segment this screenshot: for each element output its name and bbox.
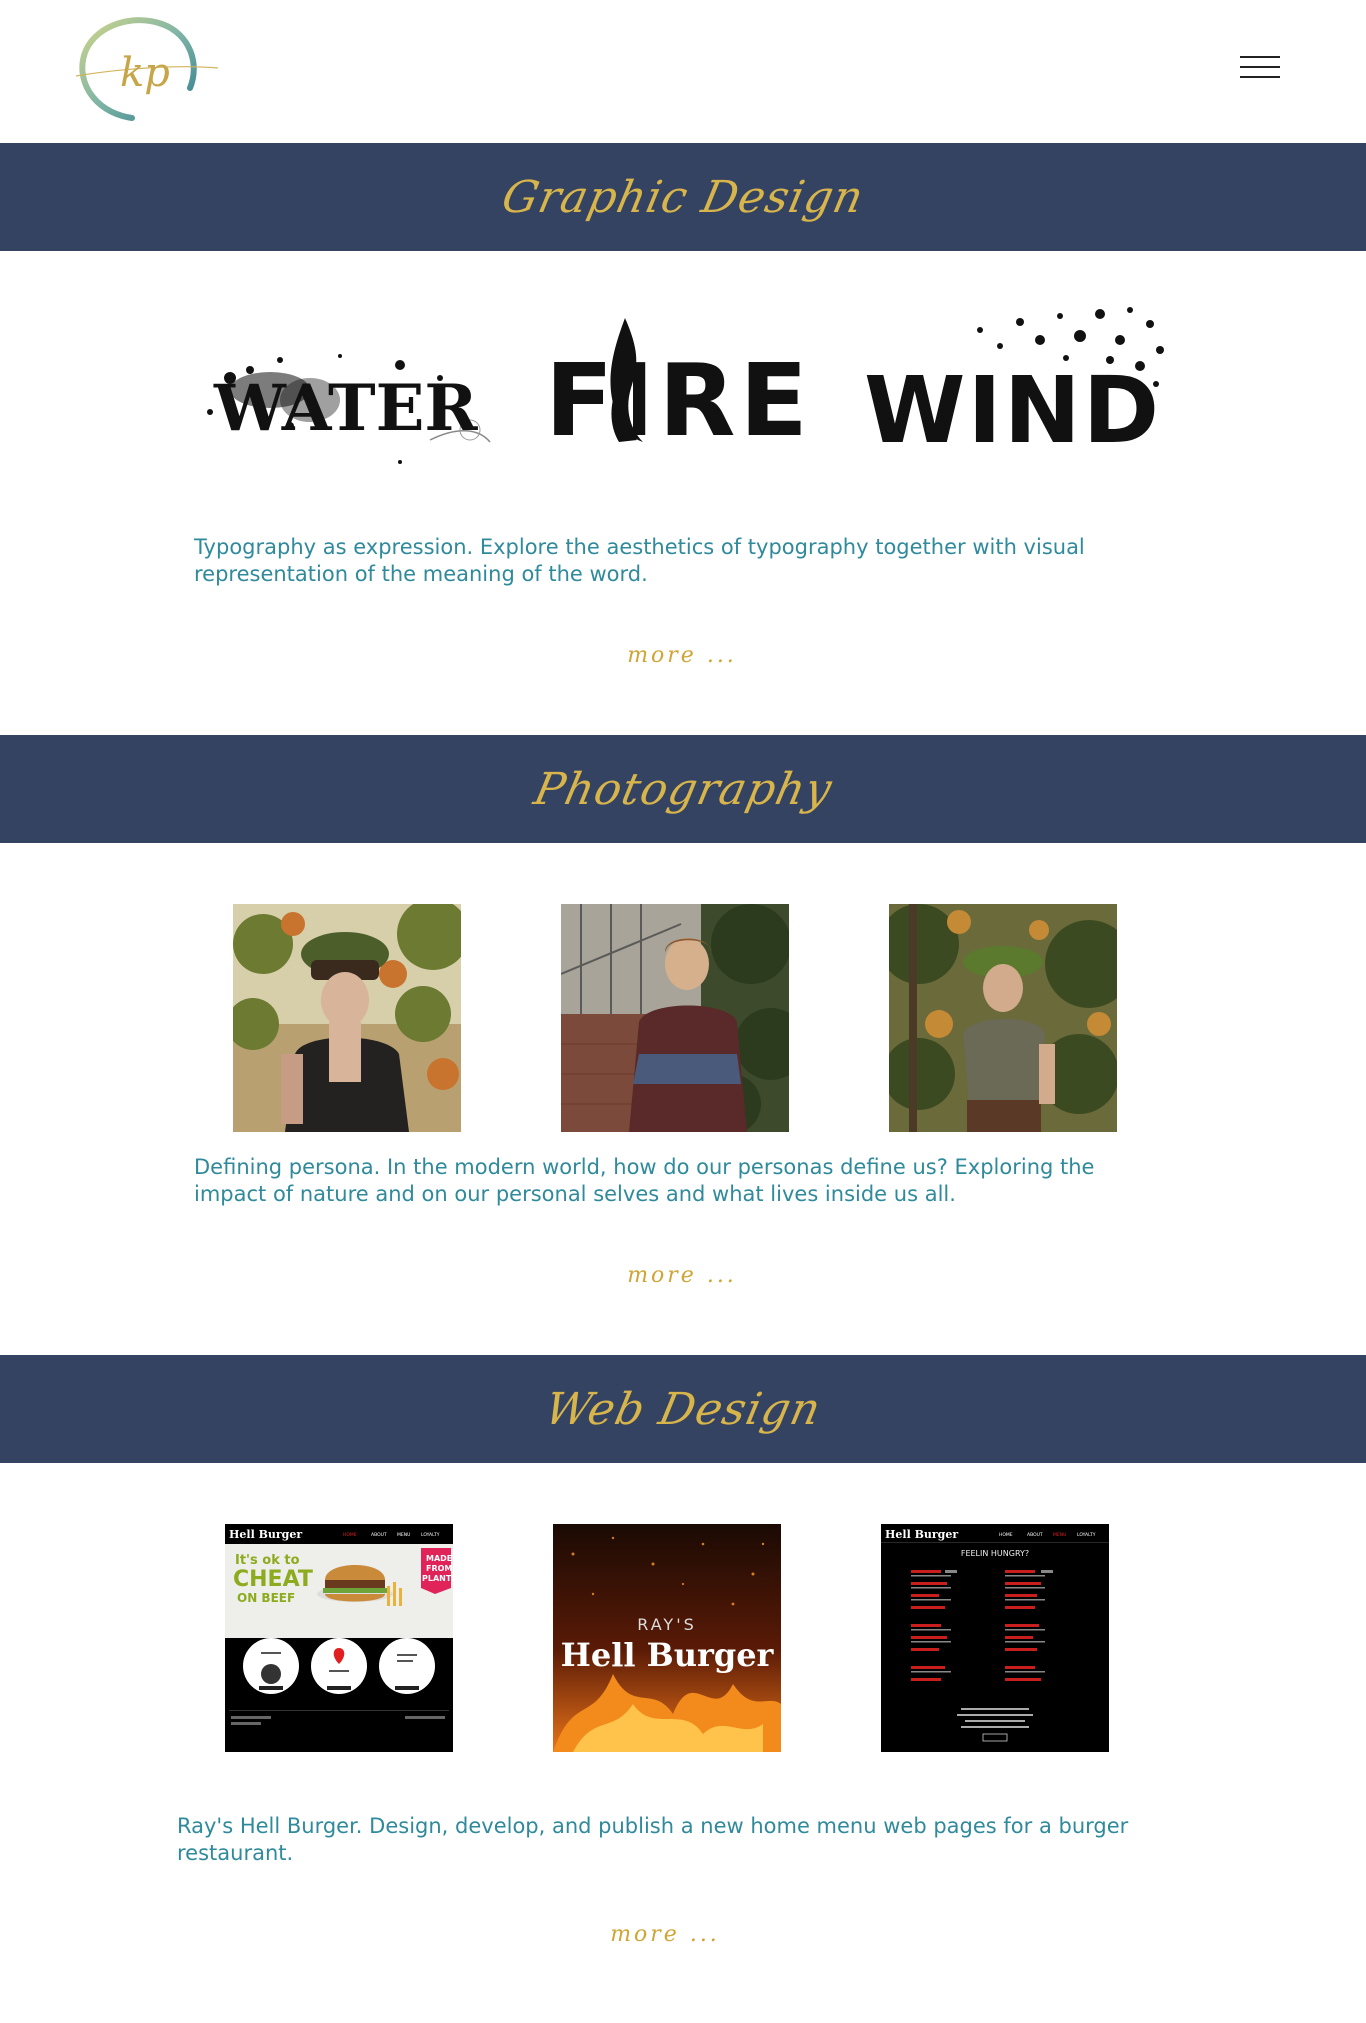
fire-typography-image[interactable]: FIRE — [545, 310, 805, 450]
svg-text:PLANTS: PLANTS — [422, 1574, 453, 1583]
hell-burger-home-thumbnail[interactable]: Hell Burger HOME ABOUT MENU LOYALTY It's… — [225, 1524, 453, 1752]
site-header: kp — [0, 0, 1366, 143]
svg-text:WATER: WATER — [213, 371, 478, 446]
section-title: Photography — [529, 763, 837, 815]
water-typography-image[interactable]: WATER — [190, 330, 500, 470]
svg-text:FEELIN HUNGRY?: FEELIN HUNGRY? — [961, 1549, 1029, 1558]
graphic-description: Typography as expression. Explore the ae… — [194, 535, 1085, 586]
photography-description: Defining persona. In the modern world, h… — [194, 1155, 1095, 1206]
svg-text:FROM: FROM — [426, 1564, 452, 1573]
section-title: Web Design — [540, 1383, 826, 1435]
photography-more-link[interactable]: more ... — [582, 1263, 782, 1288]
graphic-more-link[interactable]: more ... — [582, 643, 782, 668]
photo-thumbnail[interactable] — [889, 904, 1117, 1132]
photo-thumbnail[interactable] — [233, 904, 461, 1132]
svg-text:Hell Burger: Hell Burger — [561, 1636, 775, 1674]
web-design-banner: Web Design — [0, 1355, 1366, 1463]
svg-text:It's ok to: It's ok to — [235, 1553, 300, 1568]
svg-text:MENU: MENU — [1053, 1532, 1066, 1538]
svg-text:Hell Burger: Hell Burger — [229, 1528, 302, 1541]
hell-burger-logo-thumbnail[interactable]: RAY'S Hell Burger — [553, 1524, 781, 1752]
svg-text:kp: kp — [120, 50, 170, 96]
svg-text:ON BEEF: ON BEEF — [237, 1591, 295, 1605]
svg-text:CHEAT: CHEAT — [233, 1567, 313, 1592]
svg-text:MADE: MADE — [426, 1554, 452, 1563]
section-title: Graphic Design — [497, 171, 869, 223]
graphic-design-banner: Graphic Design — [0, 143, 1366, 251]
svg-text:RAY'S: RAY'S — [637, 1615, 697, 1634]
svg-text:LOYALTY: LOYALTY — [421, 1532, 440, 1538]
svg-text:HOME: HOME — [343, 1532, 357, 1538]
wind-typography-image[interactable]: WIND — [860, 300, 1170, 450]
kp-logo[interactable]: kp — [72, 14, 222, 124]
svg-text:FIRE: FIRE — [545, 342, 805, 450]
svg-text:Hell Burger: Hell Burger — [885, 1528, 958, 1541]
photography-banner: Photography — [0, 735, 1366, 843]
svg-text:ABOUT: ABOUT — [371, 1532, 387, 1538]
svg-text:MENU: MENU — [397, 1532, 410, 1538]
photo-thumbnail[interactable] — [561, 904, 789, 1132]
svg-text:WIND: WIND — [864, 357, 1161, 450]
svg-text:HOME: HOME — [999, 1532, 1013, 1538]
svg-text:LOYALTY: LOYALTY — [1077, 1532, 1096, 1538]
hell-burger-menu-thumbnail[interactable]: Hell Burger HOME ABOUT MENU LOYALTY FEEL… — [881, 1524, 1109, 1752]
hamburger-menu-icon[interactable] — [1240, 56, 1280, 86]
web-design-description: Ray's Hell Burger. Design, develop, and … — [177, 1814, 1129, 1865]
web-design-more-link[interactable]: more ... — [565, 1922, 765, 1947]
svg-text:ABOUT: ABOUT — [1027, 1532, 1043, 1538]
